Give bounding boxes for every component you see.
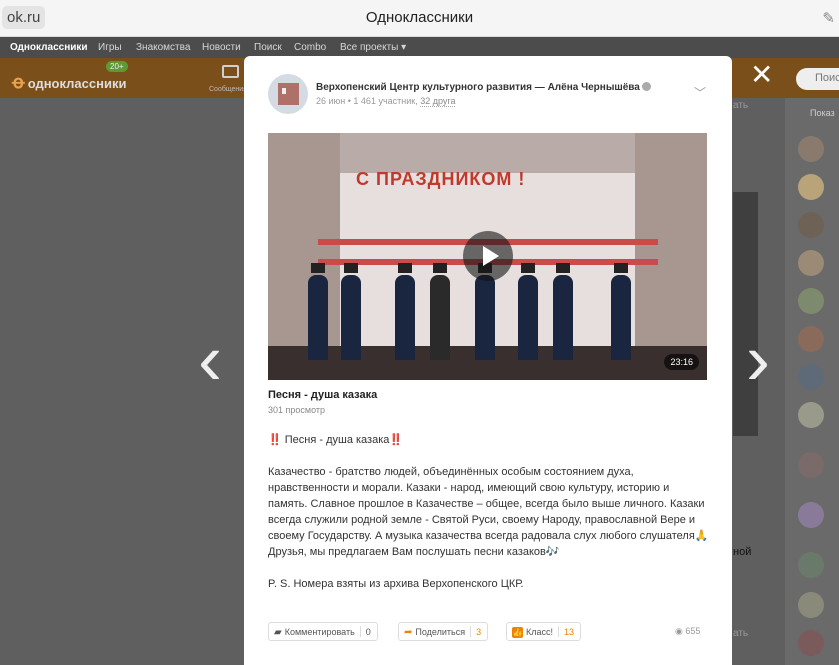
comment-label: Комментировать: [284, 627, 355, 637]
avatar[interactable]: [798, 364, 824, 390]
video-views: 301 просмотр: [268, 405, 326, 415]
post-text-line: P. S. Номера взяты из архива Верхопенско…: [268, 578, 524, 590]
share-page-icon[interactable]: ✎: [822, 9, 835, 27]
view-count: 655: [685, 626, 701, 636]
video-duration: 23:16: [664, 354, 699, 370]
comment-icon: ▰: [274, 627, 282, 638]
ok-logo-icon: ꝋ: [12, 72, 25, 92]
video-title[interactable]: Песня - душа казака: [268, 389, 377, 401]
post-text-line: Друзья, мы предлагаем Вам послушать песн…: [268, 546, 560, 558]
cossack-singer: [308, 275, 328, 360]
klass-count: 13: [564, 627, 575, 637]
accordion-player: [430, 275, 450, 360]
post-date: 26 июн: [316, 96, 346, 106]
close-icon[interactable]: ✕: [750, 61, 773, 89]
topnav-item-games[interactable]: Игры: [98, 42, 122, 53]
avatar[interactable]: [798, 452, 824, 478]
avatar[interactable]: [798, 212, 824, 238]
topnav-item-all-projects[interactable]: Все проекты ▾: [340, 42, 406, 53]
prev-post-arrow[interactable]: ‹: [198, 324, 222, 396]
avatar[interactable]: [798, 592, 824, 618]
avatar[interactable]: [798, 630, 824, 656]
post-text-line: [268, 560, 710, 576]
view-counter: ◉ 655: [675, 626, 700, 637]
avatar[interactable]: [798, 326, 824, 352]
divider: [558, 626, 559, 637]
klass-button[interactable]: 👍 Класс! 13: [506, 622, 582, 641]
verified-icon: [641, 82, 651, 91]
post-card: Верхопенский Центр культурного развития …: [244, 56, 732, 665]
next-post-arrow[interactable]: ›: [746, 324, 770, 396]
browser-titlebar: ok.ru Одноклассники ✎: [0, 0, 839, 37]
cossack-hat: [521, 263, 535, 273]
cossack-singer: [553, 275, 573, 360]
post-text: ‼️ Песня - душа казака‼️ Казачество - бр…: [268, 432, 710, 592]
topnav-item-combo[interactable]: Combo: [294, 42, 326, 53]
share-icon: ➦: [404, 627, 413, 638]
cossack-singer: [341, 275, 361, 360]
avatar[interactable]: [798, 402, 824, 428]
comment-button[interactable]: ▰ Комментировать 0: [268, 622, 378, 641]
cossack-hat: [614, 263, 628, 273]
avatar[interactable]: [798, 288, 824, 314]
cossack-singer: [518, 275, 538, 360]
chevron-down-icon[interactable]: ﹀: [694, 84, 706, 101]
friends-panel-title: Показ: [810, 108, 835, 118]
building-window: [282, 88, 286, 94]
cossack-singer: [611, 275, 631, 360]
share-button[interactable]: ➦ Поделиться 3: [398, 622, 489, 641]
cossack-singer: [395, 275, 415, 360]
avatar[interactable]: [798, 174, 824, 200]
cossack-singer: [475, 275, 495, 360]
post-meta: 26 июн • 1 461 участник, 32 друга: [316, 96, 456, 107]
topnav-item-dating[interactable]: Знакомства: [136, 42, 190, 53]
avatar[interactable]: [798, 552, 824, 578]
site-top-nav: Одноклассники Игры Знакомства Новости По…: [0, 37, 839, 58]
window-title: Одноклассники: [365, 9, 474, 26]
background-text: ать: [733, 628, 749, 639]
divider: [470, 626, 472, 637]
post-text-line: [268, 448, 710, 464]
cossack-hat: [433, 263, 447, 273]
avatar[interactable]: [798, 250, 824, 276]
stage-banner: С ПРАЗДНИКОМ !: [356, 169, 526, 189]
friends-link[interactable]: 32 друга: [420, 96, 456, 107]
mail-icon[interactable]: [222, 65, 239, 78]
cossack-hat: [344, 263, 358, 273]
topnav-item-search[interactable]: Поиск: [254, 42, 282, 53]
divider: [359, 626, 361, 637]
cossack-hat: [398, 263, 412, 273]
play-icon[interactable]: [463, 231, 513, 281]
building-icon: [278, 83, 299, 105]
comment-count: 0: [365, 627, 371, 637]
topnav-item-ok[interactable]: Одноклассники: [10, 42, 88, 53]
messages-label: Сообщения: [209, 86, 247, 93]
share-label: Поделиться: [415, 627, 466, 637]
participants-count: 1 461 участник: [353, 96, 416, 106]
post-text-line: ‼️ Песня - душа казака‼️: [268, 434, 404, 446]
cossack-hat: [556, 263, 570, 273]
ok-logo[interactable]: ꝋ одноклассники: [12, 72, 126, 93]
cossack-hat: [311, 263, 325, 273]
site-search-input[interactable]: Поиск: [796, 68, 839, 90]
group-avatar[interactable]: [268, 74, 308, 114]
avatar[interactable]: [798, 136, 824, 162]
avatar[interactable]: [798, 502, 824, 528]
post-text-line: Казачество - братство людей, объединённы…: [268, 466, 709, 542]
video-player[interactable]: С ПРАЗДНИКОМ ! 23:16: [268, 133, 707, 380]
group-name-text: Верхопенский Центр культурного развития …: [316, 82, 640, 93]
share-count: 3: [476, 627, 482, 637]
age-badge: 20+: [106, 61, 128, 72]
background-text: ной: [733, 546, 752, 558]
background-text: ать: [733, 100, 749, 111]
group-name[interactable]: Верхопенский Центр культурного развития …: [316, 82, 651, 93]
topnav-item-news[interactable]: Новости: [202, 42, 241, 53]
klass-label: Класс!: [526, 627, 553, 637]
klass-icon: 👍: [512, 627, 523, 638]
eye-icon: ◉: [675, 626, 683, 636]
ok-logo-text: одноклассники: [27, 76, 127, 91]
